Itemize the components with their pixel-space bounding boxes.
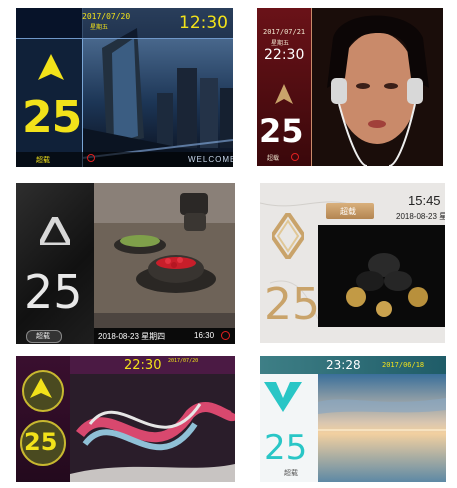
up-arrow-icon: [38, 54, 64, 80]
clock-text: 12:30: [179, 13, 228, 33]
floor-number: 25: [22, 92, 82, 143]
clock-text: 22:30: [264, 47, 305, 63]
black-flowers-image: [318, 225, 445, 327]
status-label: 超载: [36, 157, 50, 164]
floor-number: 25: [264, 428, 308, 468]
date-text: 2017/07/20: [82, 12, 131, 21]
welcome-text: WELCOME: [188, 155, 233, 164]
date-text: 2017/06/18: [382, 361, 425, 369]
up-arrow-icon: [275, 84, 293, 104]
datetime-text: 2018-08-23 星期四: [98, 332, 166, 341]
weekday-text: 星期五: [271, 41, 290, 47]
clock-text: 23:28: [326, 358, 361, 372]
elevator-display-1: 2017/07/20 星期五 12:30 25 超载 WELCOME: [16, 8, 233, 167]
status-label: 超载: [36, 333, 50, 340]
no-entry-icon: [221, 331, 230, 340]
up-arrow-icon: [30, 378, 52, 398]
v-arrow-icon: [264, 382, 302, 412]
clock-text: 16:30: [194, 331, 215, 340]
floor-number: 25: [264, 279, 320, 330]
status-label: 超载: [284, 470, 298, 477]
diamond-arrow-icon: [272, 213, 304, 259]
weekday-text: 星期五: [90, 25, 109, 31]
status-label: 超载: [340, 207, 356, 216]
no-entry-icon: [291, 153, 299, 161]
ribbon-art-image: [70, 374, 235, 482]
elevator-display-6: 23:28 2017/06/18 25 超载: [260, 356, 446, 482]
food-bowls-image: [94, 183, 235, 328]
elevator-display-2: 2017/07/21 星期五 22:30 25 超载: [257, 8, 443, 166]
elevator-display-4: 超载 15:45 2018-08-23 星期 25: [260, 183, 445, 343]
elevator-display-3: 25 超载 2018-08-23 星期四 16:30: [16, 183, 235, 344]
clock-text: 15:45: [408, 193, 441, 208]
up-arrow-icon: [40, 217, 70, 245]
floor-number: 25: [259, 112, 304, 150]
left-info-panel: [16, 183, 94, 344]
date-text: 2017/07/21: [263, 28, 306, 36]
datetime-text: 2018-08-23 星期: [396, 212, 445, 221]
sea-sunset-image: [318, 374, 446, 482]
date-text: 2017/07/20: [168, 358, 199, 364]
clock-text: 22:30: [124, 358, 162, 373]
status-label: 超载: [267, 156, 280, 162]
floor-number: 25: [24, 428, 58, 456]
elevator-display-5: 22:30 2017/07/20 25: [16, 356, 235, 482]
woman-headphones-image: [311, 8, 443, 166]
no-entry-icon: [87, 154, 95, 162]
floor-number: 25: [24, 265, 83, 319]
